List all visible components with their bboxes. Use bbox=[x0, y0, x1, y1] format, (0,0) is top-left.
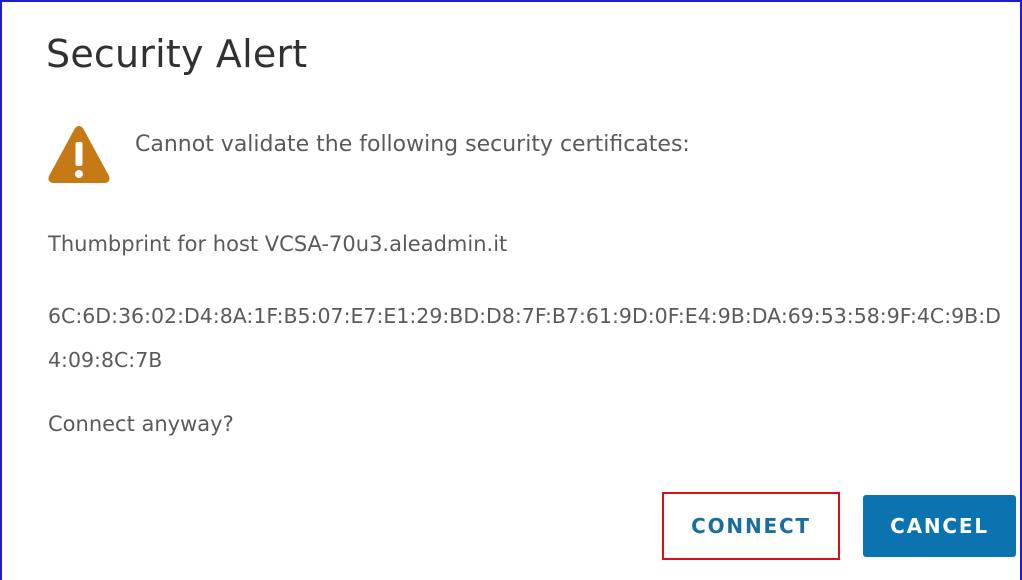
thumbprint-label: Thumbprint for host VCSA-70u3.aleadmin.i… bbox=[48, 232, 508, 256]
warning-message: Cannot validate the following security c… bbox=[135, 132, 690, 157]
warning-triangle-icon bbox=[48, 126, 110, 183]
thumbprint-value: 6C:6D:36:02:D4:8A:1F:B5:07:E7:E1:29:BD:D… bbox=[48, 304, 1001, 372]
cancel-button[interactable]: CANCEL bbox=[863, 495, 1016, 557]
window-frame: Security Alert Cannot validate the follo… bbox=[0, 0, 1022, 580]
dialog-title: Security Alert bbox=[46, 32, 308, 76]
security-alert-dialog: Security Alert Cannot validate the follo… bbox=[2, 2, 1020, 580]
connect-button[interactable]: CONNECT bbox=[662, 492, 840, 560]
connect-question: Connect anyway? bbox=[48, 412, 234, 436]
